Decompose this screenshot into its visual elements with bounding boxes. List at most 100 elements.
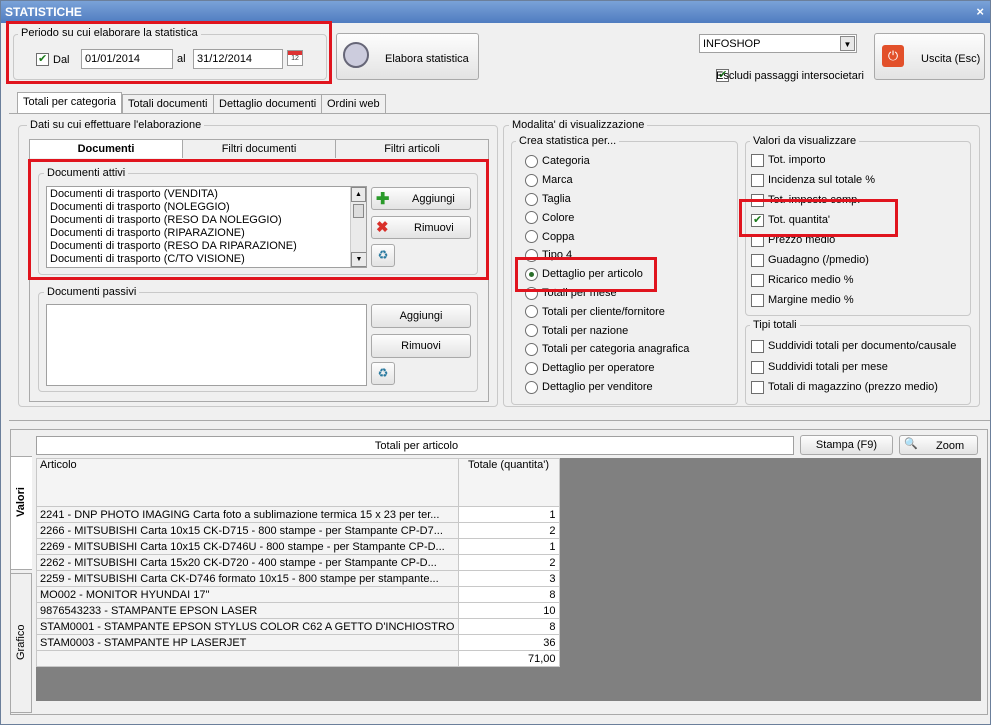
radio-button[interactable]: [525, 380, 538, 394]
side-tab-grafico[interactable]: Grafico: [10, 573, 32, 713]
checkbox[interactable]: [751, 254, 764, 267]
subtab-filtri-articoli[interactable]: Filtri articoli: [335, 139, 489, 158]
cell-articolo[interactable]: 2241 - DNP PHOTO IMAGING Carta foto a su…: [36, 506, 459, 523]
cell-articolo[interactable]: 9876543233 - STAMPANTE EPSON LASER: [36, 602, 459, 619]
cell-articolo[interactable]: 2262 - MITSUBISHI Carta 15x20 CK-D720 - …: [36, 554, 459, 571]
cell-totale[interactable]: 71,00: [457, 650, 560, 667]
radio-button[interactable]: [525, 343, 538, 356]
crea-option[interactable]: Coppa: [525, 230, 575, 244]
option-label: Tot. importo: [768, 154, 826, 167]
crea-option[interactable]: Totali per categoria anagrafica: [525, 343, 689, 356]
passivi-aggiungi-button[interactable]: Aggiungi: [371, 304, 471, 328]
radio-button[interactable]: [525, 192, 538, 206]
tipi-option[interactable]: Suddividi totali per documento/causale: [751, 340, 956, 353]
tab-totali-per-categoria[interactable]: Totali per categoria: [17, 92, 122, 114]
cell-articolo[interactable]: STAM0003 - STAMPANTE HP LASERJET: [36, 634, 459, 651]
option-label: Suddividi totali per mese: [768, 360, 888, 373]
tipi-option[interactable]: Totali di magazzino (prezzo medio): [751, 381, 938, 394]
subtab-filtri-documenti[interactable]: Filtri documenti: [182, 139, 336, 158]
table-row[interactable]: 71,00: [36, 650, 560, 667]
checkbox[interactable]: [751, 274, 764, 287]
radio-button[interactable]: [525, 211, 538, 225]
tab-ordini-web[interactable]: Ordini web: [321, 94, 386, 114]
table-row[interactable]: STAM0001 - STAMPANTE EPSON STYLUS COLOR …: [36, 618, 560, 635]
documenti-passivi-list[interactable]: [46, 304, 367, 386]
checkbox[interactable]: [751, 340, 764, 353]
option-label: Coppa: [542, 230, 575, 243]
chevron-down-icon[interactable]: ▼: [840, 36, 855, 51]
cell-totale[interactable]: 8: [457, 618, 560, 635]
checkbox[interactable]: [751, 154, 764, 167]
cell-articolo[interactable]: STAM0001 - STAMPANTE EPSON STYLUS COLOR …: [36, 618, 459, 635]
crea-option[interactable]: Dettaglio per operatore: [525, 361, 655, 375]
radio-button[interactable]: [525, 155, 538, 168]
close-icon[interactable]: ×: [976, 1, 984, 23]
cell-totale[interactable]: 1: [457, 538, 560, 555]
option-label: Incidenza sul totale %: [768, 174, 876, 187]
valori-option[interactable]: Ricarico medio %: [751, 274, 854, 287]
cell-totale[interactable]: 8: [457, 586, 560, 603]
elabora-label: Elabora statistica: [385, 53, 469, 65]
side-tab-valori[interactable]: Valori: [10, 456, 32, 570]
table-row[interactable]: 2262 - MITSUBISHI Carta 15x20 CK-D720 - …: [36, 554, 560, 571]
shop-select[interactable]: INFOSHOP ▼: [699, 34, 857, 53]
results-grid: Articolo Totale (quantita') 2241 - DNP P…: [36, 458, 981, 701]
cell-totale[interactable]: 10: [457, 602, 560, 619]
radio-button[interactable]: [525, 324, 538, 338]
cell-totale[interactable]: 2: [457, 522, 560, 539]
crea-option[interactable]: Categoria: [525, 155, 590, 168]
crea-statistica-legend: Crea statistica per...: [516, 135, 620, 147]
crea-option[interactable]: Totali per nazione: [525, 324, 628, 338]
valori-option[interactable]: Guadagno (/pmedio): [751, 254, 869, 267]
zoom-in-icon: 🔍: [904, 438, 918, 450]
results-table: Articolo Totale (quantita') 2241 - DNP P…: [36, 458, 560, 667]
cell-articolo[interactable]: 2266 - MITSUBISHI Carta 10x15 CK-D715 - …: [36, 522, 459, 539]
crea-option[interactable]: Totali per cliente/fornitore: [525, 305, 665, 319]
table-row[interactable]: 2266 - MITSUBISHI Carta 10x15 CK-D715 - …: [36, 522, 560, 539]
subtab-documenti[interactable]: Documenti: [29, 139, 183, 158]
cell-articolo[interactable]: [36, 650, 459, 667]
valori-option[interactable]: Tot. importo: [751, 154, 825, 167]
passivi-recycle-button[interactable]: ♻: [371, 362, 395, 385]
crea-option[interactable]: Taglia: [525, 192, 571, 206]
radio-button[interactable]: [525, 230, 538, 244]
table-row[interactable]: 2259 - MITSUBISHI Carta CK-D746 formato …: [36, 570, 560, 587]
highlight-periodo: [6, 21, 332, 84]
checkbox[interactable]: [751, 381, 764, 394]
table-row[interactable]: 2269 - MITSUBISHI Carta 10x15 CK-D746U -…: [36, 538, 560, 555]
radio-button[interactable]: [525, 305, 538, 319]
tab-totali-documenti[interactable]: Totali documenti: [122, 94, 214, 114]
table-row[interactable]: 9876543233 - STAMPANTE EPSON LASER 10: [36, 602, 560, 619]
radio-button[interactable]: [525, 173, 538, 187]
table-row[interactable]: 2241 - DNP PHOTO IMAGING Carta foto a su…: [36, 506, 560, 523]
tab-dettaglio-documenti[interactable]: Dettaglio documenti: [213, 94, 323, 114]
cell-totale[interactable]: 3: [457, 570, 560, 587]
cell-totale[interactable]: 1: [457, 506, 560, 523]
side-tab-valori-label: Valori: [15, 487, 27, 517]
table-row[interactable]: STAM0003 - STAMPANTE HP LASERJET 36: [36, 634, 560, 651]
checkbox[interactable]: [751, 360, 764, 374]
cell-articolo[interactable]: MO002 - MONITOR HYUNDAI 17": [36, 586, 459, 603]
stampa-button[interactable]: Stampa (F9): [800, 435, 893, 455]
crea-option[interactable]: Dettaglio per venditore: [525, 380, 653, 394]
col-header-totale[interactable]: Totale (quantita'): [457, 458, 560, 507]
elabora-statistica-button[interactable]: Elabora statistica: [336, 33, 479, 80]
crea-option[interactable]: Marca: [525, 173, 573, 187]
tipi-option[interactable]: Suddividi totali per mese: [751, 360, 888, 374]
uscita-button[interactable]: ⏻ Uscita (Esc): [874, 33, 985, 80]
crea-option[interactable]: Colore: [525, 211, 574, 225]
valori-option[interactable]: Margine medio %: [751, 294, 854, 307]
tipi-totali-legend: Tipi totali: [750, 319, 800, 331]
cell-totale[interactable]: 2: [457, 554, 560, 571]
cell-articolo[interactable]: 2269 - MITSUBISHI Carta 10x15 CK-D746U -…: [36, 538, 459, 555]
zoom-button[interactable]: 🔍 Zoom: [899, 435, 978, 455]
checkbox[interactable]: [751, 294, 764, 307]
cell-totale[interactable]: 36: [457, 634, 560, 651]
checkbox[interactable]: [751, 174, 764, 187]
cell-articolo[interactable]: 2259 - MITSUBISHI Carta CK-D746 formato …: [36, 570, 459, 587]
radio-button[interactable]: [525, 361, 538, 375]
table-row[interactable]: MO002 - MONITOR HYUNDAI 17" 8: [36, 586, 560, 603]
valori-option[interactable]: Incidenza sul totale %: [751, 174, 875, 187]
passivi-rimuovi-button[interactable]: Rimuovi: [371, 334, 471, 358]
col-header-articolo[interactable]: Articolo: [36, 458, 459, 507]
